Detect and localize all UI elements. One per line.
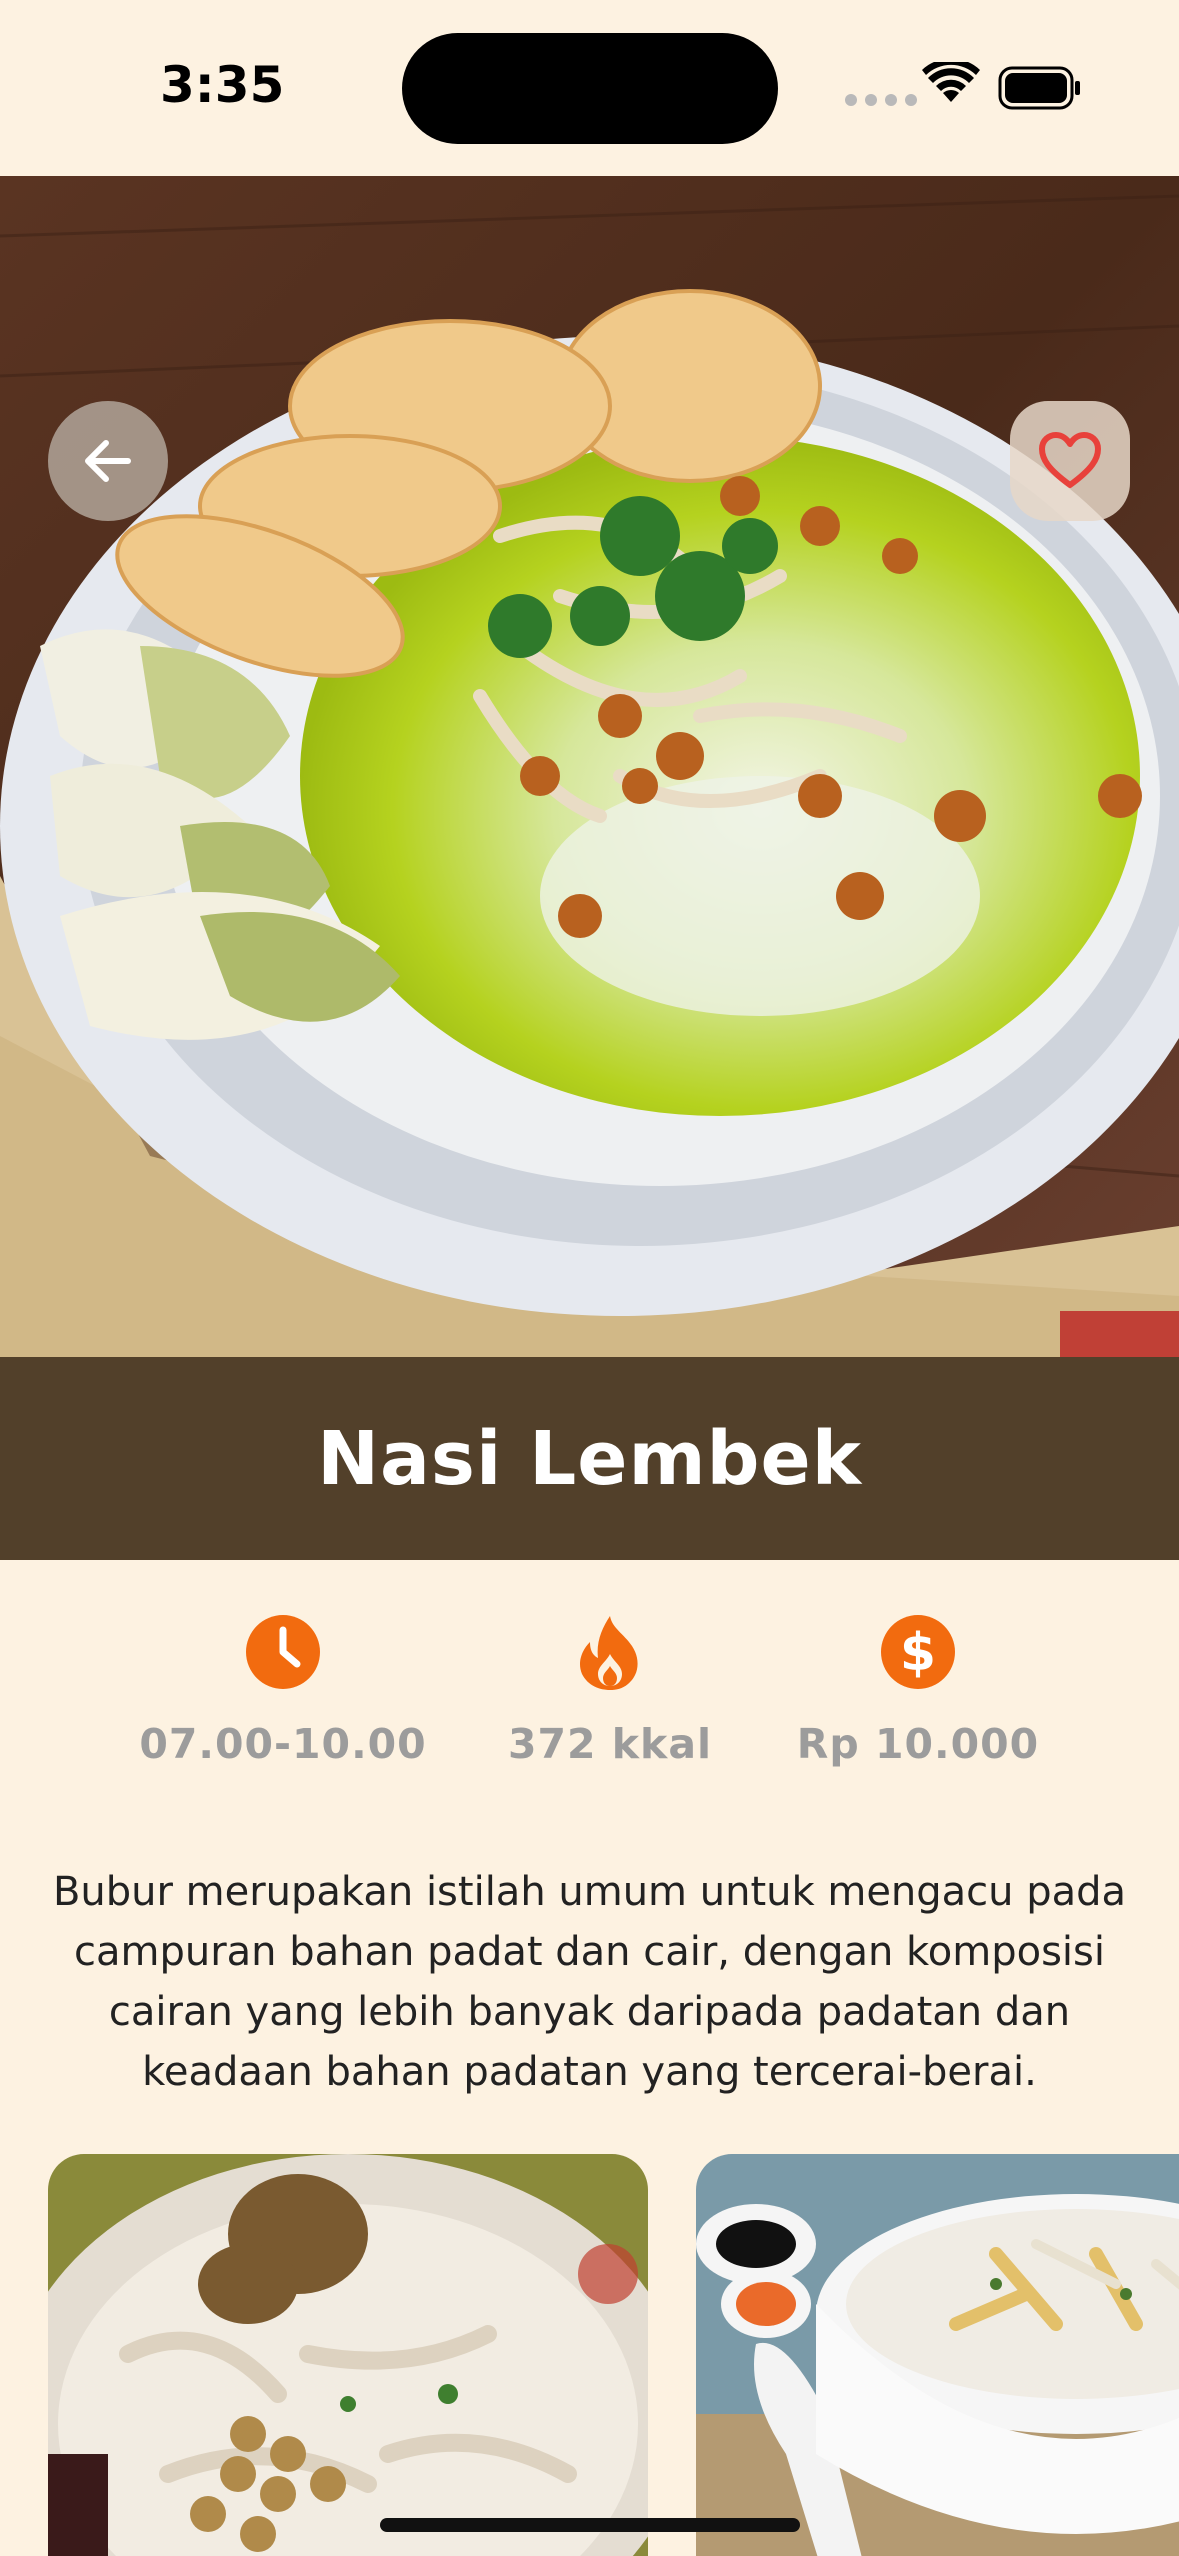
gallery-photo[interactable]: [48, 2154, 648, 2556]
title-band: Nasi Lembek: [0, 1357, 1179, 1560]
clock-icon: [243, 1612, 323, 1692]
cellular-signal-icon: [845, 94, 917, 106]
price-text: Rp 10.000: [796, 1720, 1040, 1768]
home-indicator[interactable]: [380, 2518, 800, 2532]
favorite-button[interactable]: [1010, 401, 1130, 521]
arrow-left-icon: [85, 440, 131, 482]
dish-title: Nasi Lembek: [317, 1415, 862, 1502]
battery-icon: [998, 66, 1080, 110]
flame-icon: [570, 1612, 650, 1692]
info-price: $ Rp 10.000: [796, 1612, 1040, 1768]
photo-gallery[interactable]: [48, 2154, 1179, 2556]
dynamic-island: [402, 33, 778, 144]
status-bar: 3:35: [0, 0, 1179, 176]
status-time: 3:35: [160, 56, 285, 114]
info-serving-time: 07.00-10.00: [139, 1612, 426, 1768]
calories-text: 372 kkal: [507, 1720, 713, 1768]
serving-time-text: 07.00-10.00: [139, 1720, 427, 1768]
info-calories: 372 kkal: [507, 1612, 713, 1768]
hero-food-image: [0, 176, 1179, 1357]
back-button[interactable]: [48, 401, 168, 521]
wifi-icon: [922, 62, 980, 102]
svg-text:$: $: [900, 1623, 936, 1683]
gallery-photo[interactable]: [696, 2154, 1179, 2556]
heart-outline-icon: [1039, 432, 1101, 488]
dollar-icon: $: [878, 1612, 958, 1692]
dish-description: Bubur merupakan istilah umum untuk menga…: [52, 1869, 1127, 2095]
